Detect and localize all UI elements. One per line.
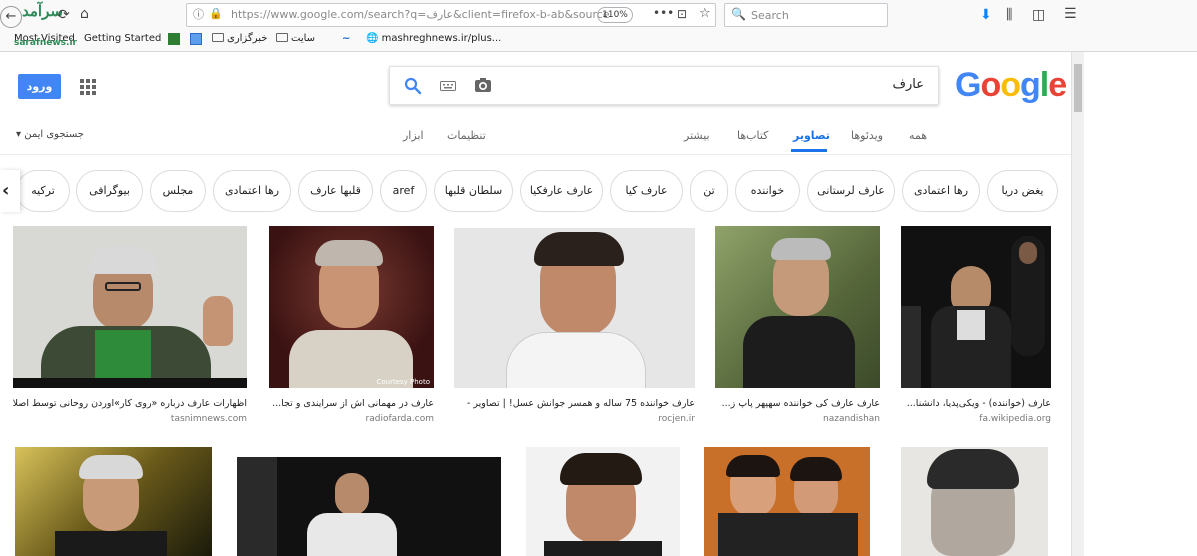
bookmark-star-icon[interactable]: ☆: [699, 7, 711, 20]
chip[interactable]: aref: [380, 170, 427, 212]
folder-icon: [212, 33, 224, 42]
search-input[interactable]: عارف: [893, 77, 924, 92]
globe-icon: 🌐: [366, 33, 379, 44]
image-result-thumbnail[interactable]: [715, 226, 880, 388]
chip[interactable]: رها اعتمادی: [213, 170, 291, 212]
image-result-thumbnail[interactable]: [15, 447, 212, 556]
sidebar-icon[interactable]: ◫: [1032, 8, 1045, 22]
settings-link[interactable]: تنظیمات: [447, 129, 486, 142]
image-result-thumbnail[interactable]: [237, 457, 501, 556]
image-result-thumbnail[interactable]: [901, 226, 1051, 388]
bookmarks-toolbar: Most Visited Getting Started خبرگزاری سا…: [0, 30, 1197, 50]
chip[interactable]: بیوگرافی: [76, 170, 143, 212]
home-icon[interactable]: ⌂: [80, 7, 89, 21]
tools-link[interactable]: ابزار: [403, 129, 424, 142]
camera-icon[interactable]: [474, 77, 492, 93]
image-result-caption[interactable]: عارف خواننده 75 ساله و همسر جوانش عسل! |…: [454, 398, 695, 409]
active-tab-indicator: [791, 149, 827, 152]
tab-all[interactable]: همه: [909, 129, 927, 142]
chip[interactable]: یغض دریا: [987, 170, 1058, 212]
keyboard-icon[interactable]: [440, 81, 456, 91]
chip[interactable]: خواننده: [735, 170, 800, 212]
tab-videos[interactable]: ویدئوها: [851, 129, 883, 142]
chip[interactable]: ترکیه: [16, 170, 70, 212]
page-scrollbar[interactable]: [1071, 52, 1084, 556]
folder-icon: [276, 33, 288, 42]
safesearch-dropdown[interactable]: ▾ جستجوی ایمن: [16, 129, 84, 140]
tab-books[interactable]: کتاب‌ها: [737, 129, 768, 142]
chip[interactable]: عارف کیا: [610, 170, 683, 212]
image-result-thumbnail[interactable]: [13, 226, 247, 388]
image-result-thumbnail[interactable]: [454, 228, 695, 388]
bookmark-icon-blue[interactable]: [190, 33, 202, 48]
info-icon[interactable]: ⓘ: [193, 9, 204, 20]
scrollbar-thumb[interactable]: [1074, 64, 1082, 112]
logo-letter: o: [1000, 66, 1021, 104]
search-icon[interactable]: [404, 77, 422, 95]
browser-toolbar: ← سرآمد ⟳ ⌂ ⓘ 🔒 https://www.google.com/s…: [0, 0, 1197, 52]
bookmark-icon-blue-2[interactable]: ~: [342, 33, 350, 44]
apps-grid-icon[interactable]: [80, 79, 96, 95]
library-icon[interactable]: ⫼: [1006, 8, 1012, 22]
logo-letter: G: [955, 66, 981, 104]
chevron-left-icon: ‹: [2, 180, 10, 201]
refresh-icon[interactable]: ⟳: [58, 8, 70, 22]
logo-letter: l: [1039, 66, 1050, 104]
logo-letter: e: [1048, 66, 1067, 104]
pocket-icon[interactable]: ⊡: [677, 8, 687, 20]
logo-letter: o: [980, 66, 1001, 104]
bookmark-icon-green[interactable]: [168, 33, 180, 48]
chip[interactable]: قلبها عارف: [298, 170, 373, 212]
image-result-thumbnail[interactable]: [704, 447, 870, 556]
search-placeholder: Search: [751, 9, 789, 22]
image-result-caption[interactable]: اظهارات عارف درباره «روی کار»آوردن روحان…: [13, 398, 247, 409]
back-icon[interactable]: ←: [0, 6, 22, 28]
image-result-caption[interactable]: عارف (خواننده) - ویکی‌پدیا، دانشنا...: [901, 398, 1051, 409]
chip[interactable]: سلطان قلبها: [434, 170, 513, 212]
zoom-level[interactable]: 110%: [597, 7, 633, 23]
image-result-source[interactable]: tasnimnews.com: [13, 414, 247, 424]
chevron-down-icon: ▾: [16, 129, 22, 140]
image-result-thumbnail[interactable]: [526, 447, 680, 556]
chip[interactable]: رها اعتمادی: [902, 170, 980, 212]
tabs-divider: [0, 154, 1071, 155]
chip[interactable]: عارف لرستانی: [807, 170, 895, 212]
bookmark-getting-started[interactable]: Getting Started: [84, 33, 161, 44]
image-result-source[interactable]: fa.wikipedia.org: [901, 414, 1051, 424]
image-result-thumbnail[interactable]: [901, 447, 1048, 556]
chip[interactable]: مجلس: [150, 170, 206, 212]
image-result-caption[interactable]: عارف عارف کی خواننده سهپهر پاپ ز...: [715, 398, 880, 409]
search-icon: 🔍: [731, 7, 746, 21]
image-result-source[interactable]: radiofarda.com: [269, 414, 434, 424]
browser-search-box[interactable]: 🔍 Search: [724, 3, 888, 27]
menu-icon[interactable]: ☰: [1064, 7, 1077, 21]
login-button[interactable]: ورود: [18, 74, 61, 99]
tab-images[interactable]: تصاویر: [793, 129, 830, 142]
image-result-source[interactable]: nazandishan: [715, 414, 880, 424]
bookmark-folder-news[interactable]: خبرگزاری: [212, 33, 267, 44]
search-box[interactable]: عارف: [389, 66, 939, 105]
bookmark-mashregh[interactable]: 🌐 mashreghnews.ir/plus...: [366, 33, 501, 44]
logo-letter: g: [1020, 66, 1041, 104]
url-bar[interactable]: ⓘ 🔒 https://www.google.com/search?q=عارف…: [186, 3, 716, 27]
download-icon[interactable]: ⬇: [980, 8, 992, 22]
image-result-source[interactable]: rocjen.ir: [454, 414, 695, 424]
watermark-text: sarafnews.ir: [14, 38, 77, 48]
chips-scroll-left-button[interactable]: ‹: [0, 170, 20, 212]
page-actions-icon[interactable]: •••: [653, 7, 674, 19]
bookmark-folder-site[interactable]: سایت: [276, 33, 315, 44]
image-result-thumbnail[interactable]: Courtesy Photo: [269, 226, 434, 388]
chip[interactable]: تن: [690, 170, 728, 212]
chip[interactable]: عارف عارفکیا: [520, 170, 603, 212]
tab-more[interactable]: بیشتر: [684, 129, 710, 142]
url-text[interactable]: https://www.google.com/search?q=عارف&cli…: [231, 8, 610, 21]
image-result-caption[interactable]: عارف در مهمانی اش از سرایندی و تجا...: [269, 398, 434, 409]
lock-icon: 🔒: [209, 7, 223, 20]
google-logo[interactable]: Google: [955, 66, 1067, 105]
